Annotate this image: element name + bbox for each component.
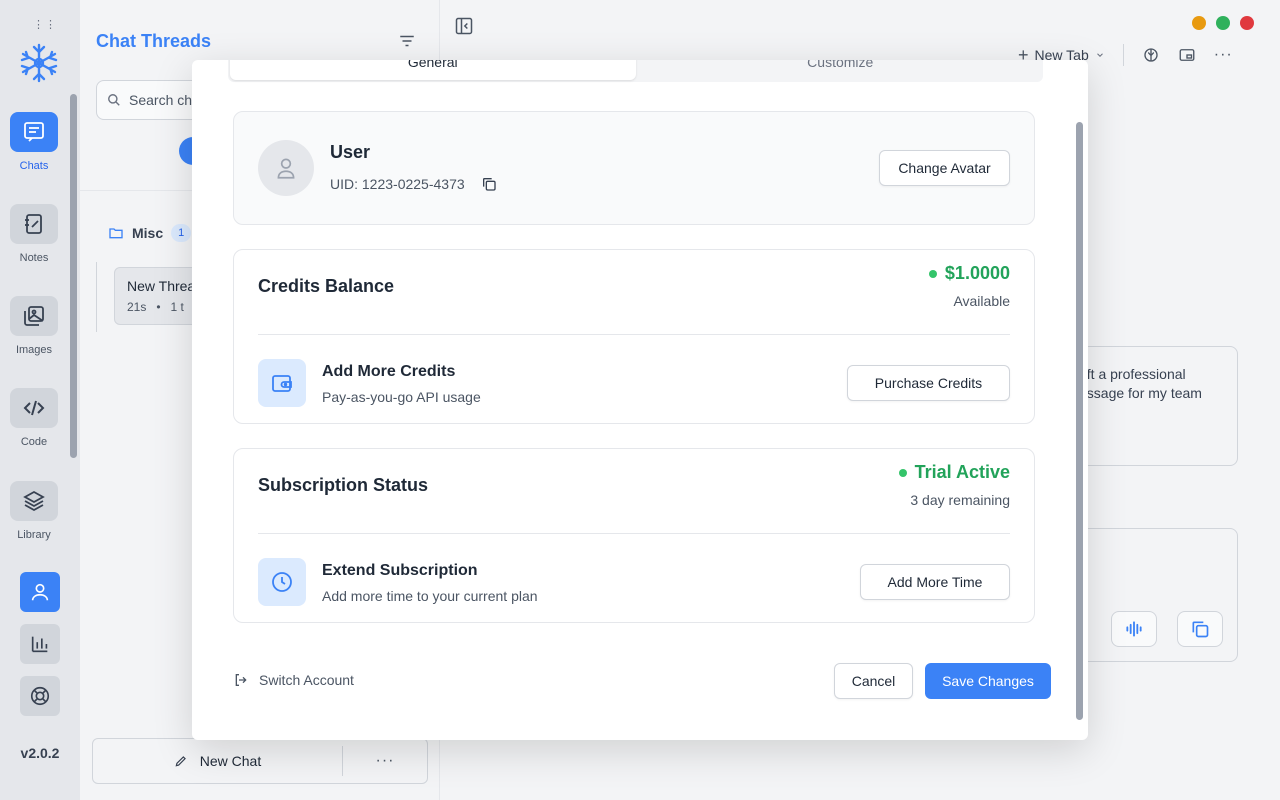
add-credits-title: Add More Credits <box>322 363 456 380</box>
tab-general[interactable]: General <box>230 60 636 80</box>
credits-title: Credits Balance <box>258 276 395 296</box>
extend-subscription-title: Extend Subscription <box>322 562 478 579</box>
user-icon <box>277 158 295 179</box>
status-dot <box>898 468 907 477</box>
subscription-title: Subscription Status <box>258 475 429 495</box>
uid-text: UID: 1223-0225-4373 <box>330 176 465 192</box>
modal-scrollbar[interactable] <box>1076 122 1083 720</box>
divider <box>258 334 1010 335</box>
save-changes-button[interactable]: Save Changes <box>925 663 1051 699</box>
subscription-remaining: 3 day remaining <box>910 492 1010 508</box>
credits-value: $1.0000 <box>944 263 1010 283</box>
status-dot <box>928 269 937 278</box>
subscription-state: Trial Active <box>898 462 1010 483</box>
switch-account-button[interactable]: Switch Account <box>233 672 354 688</box>
user-name: User <box>330 142 371 162</box>
cancel-button[interactable]: Cancel <box>834 663 913 699</box>
account-settings-modal: General Customize User UID: 1223-0225-43… <box>192 60 1088 740</box>
tab-customize[interactable]: Customize <box>638 60 1044 82</box>
add-credits-subtitle: Pay-as-you-go API usage <box>322 389 481 405</box>
purchase-credits-button[interactable]: Purchase Credits <box>847 365 1010 401</box>
add-more-time-button[interactable]: Add More Time <box>860 564 1010 600</box>
user-section: User UID: 1223-0225-4373 Change Avatar <box>233 111 1035 225</box>
credits-status: Available <box>953 293 1010 309</box>
copy-icon[interactable] <box>481 176 497 192</box>
divider <box>258 533 1010 534</box>
credits-balance: $1.0000 <box>928 263 1010 284</box>
modal-tabs: General Customize <box>228 60 1043 82</box>
change-avatar-button[interactable]: Change Avatar <box>879 150 1010 186</box>
subscription-section: Subscription Status Trial Active 3 day r… <box>233 448 1035 623</box>
extend-subscription-subtitle: Add more time to your current plan <box>322 588 538 604</box>
clock-icon <box>258 558 306 606</box>
wallet-icon <box>258 359 306 407</box>
credits-section: Credits Balance $1.0000 Available Add Mo… <box>233 249 1035 424</box>
avatar <box>258 140 314 196</box>
subscription-value: Trial Active <box>914 462 1010 482</box>
logout-icon <box>235 674 247 686</box>
user-uid: UID: 1223-0225-4373 <box>330 176 497 192</box>
switch-account-label: Switch Account <box>259 672 354 688</box>
